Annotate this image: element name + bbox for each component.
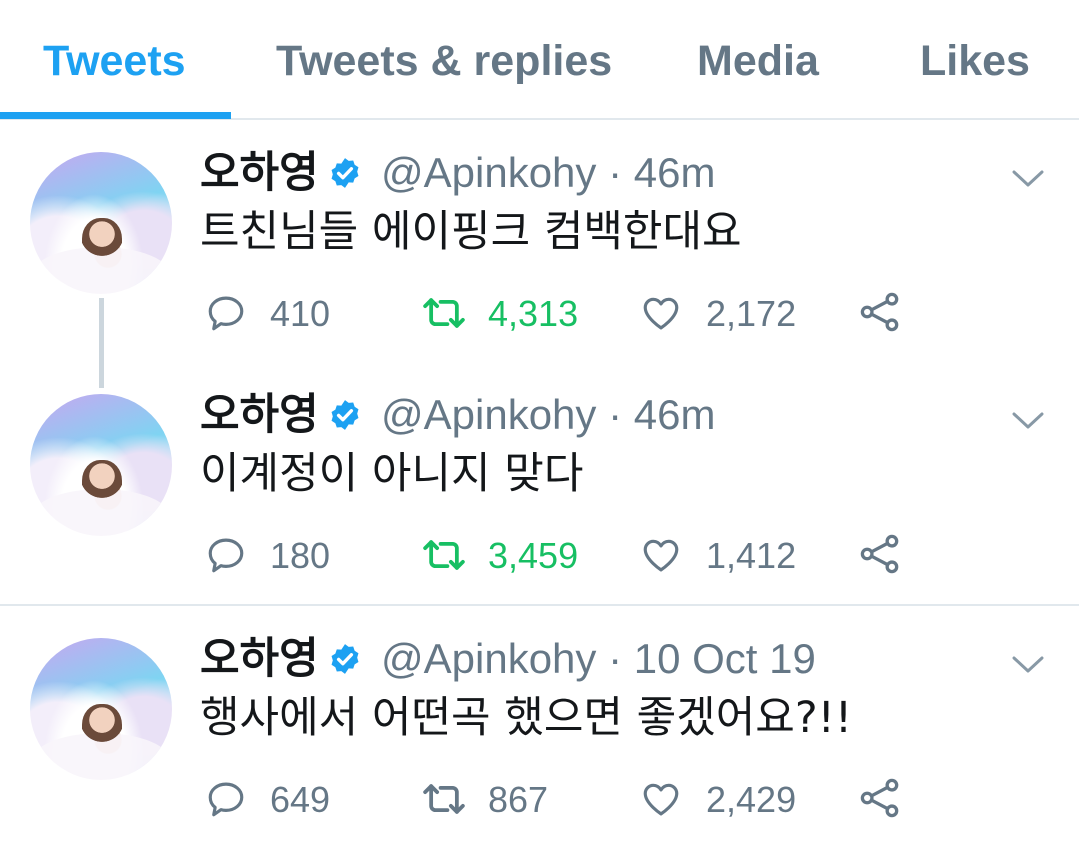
verified-badge-icon — [331, 644, 359, 674]
tweet-text: 행사에서 어떤곡 했으면 좋겠어요?!! — [200, 693, 853, 743]
heart-icon — [643, 783, 679, 816]
author-handle[interactable]: @Apinkohy · 46m — [381, 148, 715, 198]
share-icon — [860, 292, 899, 332]
author-name[interactable]: 오하영 — [200, 634, 319, 684]
tweet-text: 이계정이 아니지 맞다 — [200, 449, 584, 499]
reply-icon — [208, 538, 244, 573]
retweet-button[interactable]: 867 — [420, 778, 580, 822]
reply-button[interactable]: 649 — [205, 778, 335, 822]
reply-icon — [208, 296, 244, 331]
chevron-down-icon[interactable] — [1010, 652, 1046, 676]
tweet-time: · 10 Oct 19 — [608, 635, 816, 682]
reply-count: 649 — [270, 779, 331, 820]
author-name[interactable]: 오하영 — [200, 390, 319, 440]
like-button[interactable]: 2,429 — [640, 778, 800, 822]
tab-tweets-and-replies[interactable]: Tweets & replies — [276, 36, 612, 86]
profile-tabs: Tweets Tweets & replies Media Likes — [0, 0, 1079, 120]
tweet-divider — [0, 604, 1079, 606]
reply-button[interactable]: 410 — [205, 292, 335, 336]
heart-icon — [643, 539, 679, 572]
retweet-count: 3,459 — [488, 535, 579, 576]
thread-connector — [99, 298, 104, 388]
active-tab-indicator — [0, 112, 231, 119]
author-handle[interactable]: @Apinkohy · 10 Oct 19 — [381, 634, 816, 684]
share-button[interactable] — [858, 290, 902, 334]
share-button[interactable] — [858, 532, 902, 576]
author-name[interactable]: 오하영 — [200, 148, 319, 198]
avatar[interactable] — [30, 394, 172, 536]
retweet-button[interactable]: 4,313 — [420, 292, 580, 336]
like-count: 2,429 — [706, 779, 797, 820]
verified-badge-icon — [331, 400, 359, 430]
chevron-down-icon[interactable] — [1010, 408, 1046, 432]
heart-icon — [643, 297, 679, 330]
avatar[interactable] — [30, 638, 172, 780]
like-count: 2,172 — [706, 293, 797, 334]
retweet-button[interactable]: 3,459 — [420, 534, 580, 578]
retweet-icon — [423, 540, 465, 570]
like-button[interactable]: 2,172 — [640, 292, 800, 336]
retweet-icon — [423, 784, 465, 814]
share-button[interactable] — [858, 776, 902, 820]
tab-tweets[interactable]: Tweets — [43, 36, 186, 86]
share-icon — [860, 534, 899, 574]
tab-media[interactable]: Media — [697, 36, 819, 86]
reply-icon — [208, 782, 244, 817]
like-count: 1,412 — [706, 535, 797, 576]
tweet-time: · 46m — [608, 391, 716, 438]
tweet-text: 트친님들 에이핑크 컴백한대요 — [200, 207, 742, 257]
like-button[interactable]: 1,412 — [640, 534, 800, 578]
retweet-count: 4,313 — [488, 293, 579, 334]
tab-likes[interactable]: Likes — [920, 36, 1030, 86]
reply-count: 410 — [270, 293, 331, 334]
author-handle[interactable]: @Apinkohy · 46m — [381, 390, 715, 440]
retweet-icon — [423, 298, 465, 328]
reply-count: 180 — [270, 535, 331, 576]
retweet-count: 867 — [488, 779, 549, 820]
share-icon — [860, 778, 899, 818]
verified-badge-icon — [331, 158, 359, 188]
reply-button[interactable]: 180 — [205, 534, 335, 578]
tweet-time: · 46m — [608, 149, 716, 196]
chevron-down-icon[interactable] — [1010, 166, 1046, 190]
avatar[interactable] — [30, 152, 172, 294]
